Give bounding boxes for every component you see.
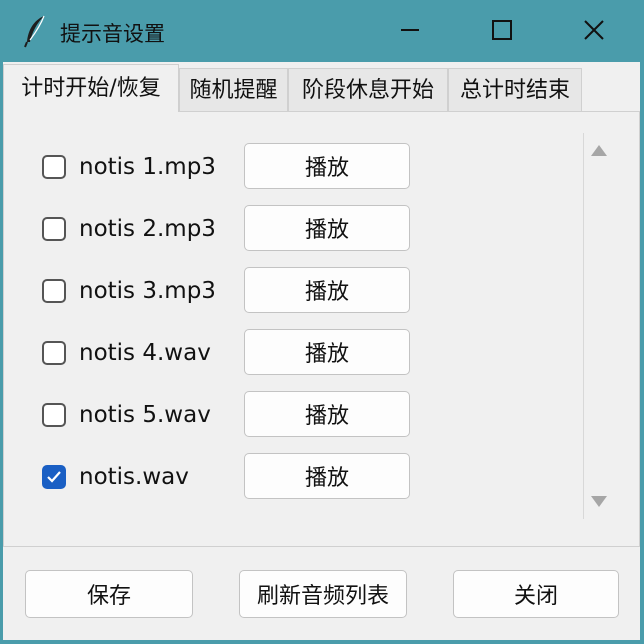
play-button[interactable]: 播放 <box>244 205 410 251</box>
sound-checkbox[interactable] <box>42 155 66 179</box>
feather-icon <box>22 14 48 48</box>
tab-bar: 计时开始/恢复 随机提醒 阶段休息开始 总计时结束 <box>3 62 640 112</box>
tab-random-reminder[interactable]: 随机提醒 <box>179 68 288 111</box>
sound-file-name: notis 4.wav <box>79 340 211 366</box>
sound-checkbox[interactable] <box>42 341 66 365</box>
scroll-down-arrow-icon[interactable] <box>591 496 607 507</box>
close-window-button[interactable] <box>564 10 624 50</box>
minimize-button[interactable] <box>380 10 440 50</box>
vertical-scrollbar[interactable] <box>583 133 614 519</box>
tab-total-timer-end[interactable]: 总计时结束 <box>448 68 582 111</box>
sound-file-name: notis 5.wav <box>79 402 211 428</box>
sound-file-name: notis.wav <box>79 464 189 490</box>
play-button[interactable]: 播放 <box>244 329 410 375</box>
play-button[interactable]: 播放 <box>244 391 410 437</box>
title-bar[interactable]: 提示音设置 <box>0 0 644 62</box>
sound-settings-window: 提示音设置 计时开始/恢复 随机提醒 阶段休息开始 总计时结束 notis 1.… <box>0 0 644 644</box>
sound-file-name: notis 3.mp3 <box>79 278 216 304</box>
window-content: 计时开始/恢复 随机提醒 阶段休息开始 总计时结束 notis 1.mp3 播放… <box>3 62 640 640</box>
minimize-icon <box>400 20 420 40</box>
play-button[interactable]: 播放 <box>244 143 410 189</box>
sound-checkbox[interactable] <box>42 465 66 489</box>
window-title: 提示音设置 <box>60 22 165 46</box>
refresh-audio-list-button[interactable]: 刷新音频列表 <box>239 570 407 618</box>
save-button[interactable]: 保存 <box>25 570 193 618</box>
scroll-up-arrow-icon[interactable] <box>591 145 607 156</box>
play-button[interactable]: 播放 <box>244 453 410 499</box>
close-icon <box>583 19 605 41</box>
sound-list-panel: notis 1.mp3 播放 notis 2.mp3 播放 notis 3.mp… <box>3 111 640 547</box>
maximize-button[interactable] <box>472 10 532 50</box>
sound-checkbox[interactable] <box>42 217 66 241</box>
close-button[interactable]: 关闭 <box>453 570 619 618</box>
sound-file-name: notis 2.mp3 <box>79 216 216 242</box>
tab-timer-start-resume[interactable]: 计时开始/恢复 <box>3 64 179 112</box>
maximize-icon <box>491 19 513 41</box>
tab-stage-break-start[interactable]: 阶段休息开始 <box>288 68 448 111</box>
checkmark-icon <box>47 471 61 483</box>
sound-checkbox[interactable] <box>42 403 66 427</box>
play-button[interactable]: 播放 <box>244 267 410 313</box>
sound-checkbox[interactable] <box>42 279 66 303</box>
sound-file-name: notis 1.mp3 <box>79 154 216 180</box>
